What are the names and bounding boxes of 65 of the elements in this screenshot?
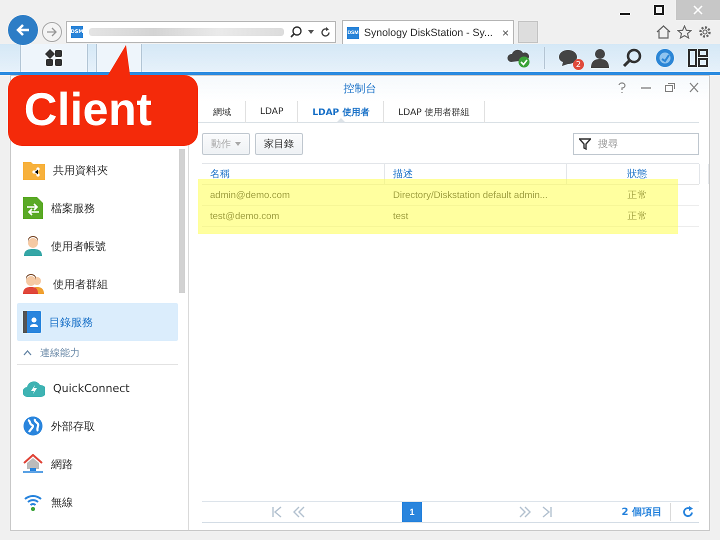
search-icon[interactable] (622, 48, 642, 68)
section-header: 連線能力 (40, 346, 80, 360)
collapse-icon[interactable] (23, 350, 32, 356)
table-cell-text: 正常 (626, 210, 648, 224)
tab[interactable]: LDAP (246, 101, 298, 123)
refresh-icon[interactable] (320, 26, 331, 38)
user-icon[interactable] (591, 48, 609, 68)
tab[interactable]: LDAP 使用者 (298, 101, 384, 123)
sidebar-icon (23, 311, 41, 333)
column-header[interactable]: 名稱 (202, 164, 385, 184)
gauge-icon[interactable] (655, 48, 675, 68)
restore-icon[interactable] (665, 82, 675, 93)
grid-icon (45, 49, 63, 67)
toolbar-button[interactable]: 家目錄 (255, 133, 303, 155)
page-button[interactable]: 1 (402, 502, 422, 522)
item-count: 2 個項目 (622, 503, 671, 521)
arrow-icon (46, 26, 58, 38)
column-header[interactable]: 描述 (385, 164, 567, 184)
notification-badge: 2 (572, 59, 584, 70)
sidebar-item[interactable]: 使用者群組 (17, 265, 178, 303)
window-title: 控制台 (344, 81, 376, 96)
caret-icon[interactable] (308, 30, 314, 34)
sidebar-item[interactable]: QuickConnect (17, 369, 178, 407)
help-icon[interactable] (617, 82, 627, 93)
sidebar-item[interactable]: 目錄服務 (17, 303, 178, 341)
sidebar-item[interactable]: 無線 (17, 483, 178, 521)
tab[interactable]: LDAP 使用者群組 (384, 101, 485, 123)
sidebar-icon (23, 454, 43, 474)
star-icon[interactable] (677, 25, 692, 39)
sidebar-icon (23, 236, 43, 256)
search-icon[interactable] (290, 26, 302, 38)
forward-button[interactable] (42, 22, 62, 42)
sidebar-item[interactable]: 共用資料夾 (17, 151, 178, 189)
search-field[interactable]: 搜尋 (573, 133, 699, 155)
sidebar-icon (23, 274, 45, 294)
tab-title: Synology DiskStation - Sy... (364, 26, 493, 38)
close-icon[interactable] (689, 82, 699, 93)
chat-icon[interactable] (558, 49, 578, 67)
scrollbar[interactable] (179, 149, 185, 293)
tab-close-button[interactable]: × (502, 26, 509, 40)
main-menu-button[interactable] (20, 44, 88, 72)
column-header[interactable]: 狀態 (567, 164, 700, 184)
tab[interactable]: 網域 (199, 101, 246, 123)
back-button[interactable] (8, 15, 38, 45)
sidebar-item[interactable]: 檔案服務 (17, 189, 178, 227)
callout-label: Client (24, 83, 152, 135)
sidebar-icon (23, 197, 43, 219)
table-cell-text: 正常 (626, 188, 648, 202)
sidebar-item[interactable]: 網路 (17, 445, 178, 483)
table-cell-text: test (392, 210, 410, 224)
sidebar-icon (23, 379, 45, 397)
sidebar-item[interactable]: 外部存取 (17, 407, 178, 445)
table-cell-text: Directory/Diskstation default admin... (392, 188, 549, 202)
sidebar-icon (23, 493, 43, 511)
sidebar-item[interactable]: 使用者帳號 (17, 227, 178, 265)
table-cell-text: admin@demo.com (209, 188, 291, 202)
sidebar-icon (23, 416, 43, 436)
cloud-check-icon[interactable] (507, 48, 531, 68)
widgets-icon[interactable] (688, 49, 708, 67)
arrow-icon (15, 22, 31, 38)
sidebar-icon (23, 160, 45, 180)
settings-icon[interactable] (698, 25, 712, 39)
home-icon[interactable] (656, 25, 671, 39)
table-cell-text: test@demo.com (209, 210, 280, 224)
filter-icon (579, 138, 591, 150)
